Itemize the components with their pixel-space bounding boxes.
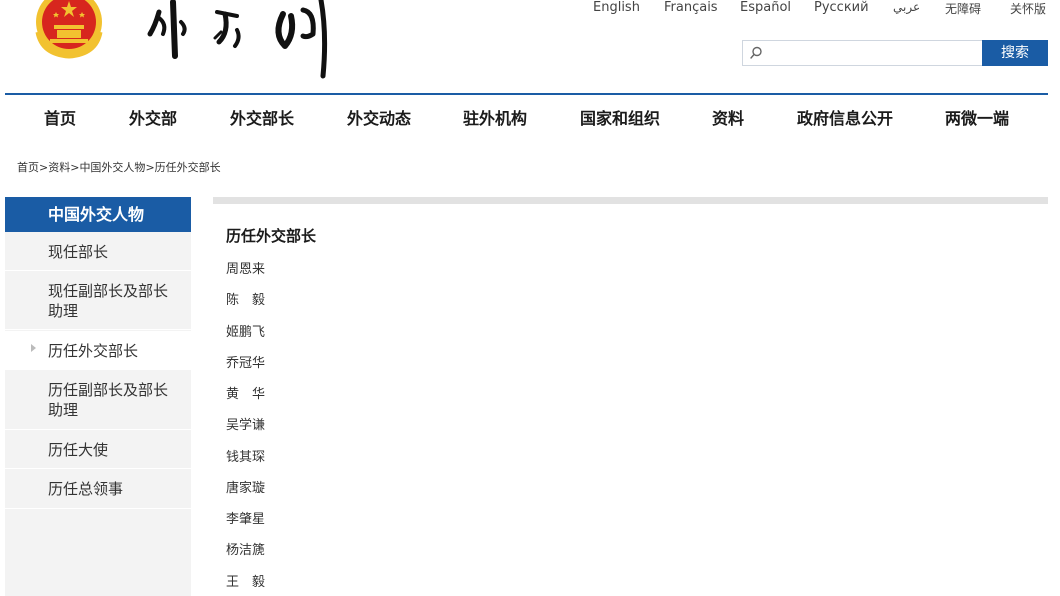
minister-link[interactable]: 钱其琛 <box>226 446 265 465</box>
sidebar-item-label: 历任副部长及部长助理 <box>48 381 169 419</box>
minister-link[interactable]: 吴学谦 <box>226 414 265 433</box>
nav-item-countries[interactable]: 国家和组织 <box>580 105 660 129</box>
sidebar-item-label: 现任部长 <box>48 243 109 261</box>
lang-french-link[interactable]: Français <box>664 0 718 15</box>
search-button[interactable]: 搜索 <box>982 40 1048 66</box>
sidebar-item-former-consuls-general[interactable]: 历任总领事 <box>5 470 191 509</box>
lang-spanish-link[interactable]: Español <box>740 0 791 15</box>
search-input[interactable] <box>765 43 979 65</box>
sidebar-heading[interactable]: 中国外交人物 <box>5 197 191 232</box>
nav-item-ministry[interactable]: 外交部 <box>129 105 177 129</box>
minister-link[interactable]: 王 毅 <box>226 571 265 590</box>
national-emblem-logo <box>35 0 103 59</box>
breadcrumb-separator: > <box>39 161 49 174</box>
main-nav: 首页 外交部 外交部长 外交动态 驻外机构 国家和组织 资料 政府信息公开 两微… <box>0 105 1060 131</box>
breadcrumb-home[interactable]: 首页 <box>17 161 39 174</box>
nav-item-resources[interactable]: 资料 <box>712 105 744 129</box>
breadcrumb-diplomatic-figures[interactable]: 中国外交人物 <box>79 161 145 174</box>
minister-link[interactable]: 李肇星 <box>226 508 265 527</box>
caret-right-icon <box>31 344 36 352</box>
page-title: 历任外交部长 <box>226 227 317 245</box>
sidebar-item-former-ministers[interactable]: 历任外交部长 <box>5 331 191 370</box>
minister-link[interactable]: 姬鹏飞 <box>226 321 265 340</box>
minister-link[interactable]: 周恩来 <box>226 258 265 277</box>
minister-link[interactable]: 乔冠华 <box>226 352 265 371</box>
accessibility-link[interactable]: 无障碍 <box>945 0 981 17</box>
lang-english-link[interactable]: English <box>593 0 640 15</box>
minister-link[interactable]: 陈 毅 <box>226 289 265 308</box>
lang-russian-link[interactable]: Русский <box>814 0 869 15</box>
breadcrumb: 首页>资料>中国外交人物>历任外交部长 <box>17 159 221 175</box>
sidebar: 中国外交人物 现任部长 现任副部长及部长助理 历任外交部长 历任副部长及部长助理… <box>5 197 191 596</box>
minister-link[interactable]: 杨洁篪 <box>226 539 265 558</box>
content-top-bar <box>213 197 1048 204</box>
ministry-calligraphy-logo <box>147 0 328 79</box>
sidebar-item-label: 现任副部长及部长助理 <box>48 282 169 320</box>
breadcrumb-separator: > <box>145 161 155 174</box>
sidebar-item-label: 历任大使 <box>48 441 109 459</box>
nav-item-minister[interactable]: 外交部长 <box>230 105 294 129</box>
sidebar-item-former-vice-ministers[interactable]: 历任副部长及部长助理 <box>5 371 191 430</box>
minister-link[interactable]: 唐家璇 <box>226 477 265 496</box>
breadcrumb-resources[interactable]: 资料 <box>48 161 70 174</box>
search-box <box>742 40 982 66</box>
minister-link[interactable]: 黄 华 <box>226 383 265 402</box>
search-icon <box>750 46 762 59</box>
lang-arabic-link[interactable]: عربي <box>893 0 920 14</box>
nav-item-home[interactable]: 首页 <box>44 105 76 129</box>
nav-item-social[interactable]: 两微一端 <box>945 105 1009 129</box>
care-version-link[interactable]: 关怀版 <box>1010 0 1046 17</box>
sidebar-item-current-vice-ministers[interactable]: 现任副部长及部长助理 <box>5 272 191 330</box>
nav-item-missions[interactable]: 驻外机构 <box>463 105 527 129</box>
sidebar-item-current-minister[interactable]: 现任部长 <box>5 233 191 271</box>
nav-item-news[interactable]: 外交动态 <box>347 105 411 129</box>
sidebar-item-label: 历任总领事 <box>48 480 124 498</box>
header-divider <box>5 93 1048 95</box>
sidebar-item-former-ambassadors[interactable]: 历任大使 <box>5 431 191 469</box>
breadcrumb-current[interactable]: 历任外交部长 <box>155 161 221 174</box>
sidebar-item-label: 历任外交部长 <box>48 342 139 360</box>
nav-item-disclosure[interactable]: 政府信息公开 <box>797 105 893 129</box>
